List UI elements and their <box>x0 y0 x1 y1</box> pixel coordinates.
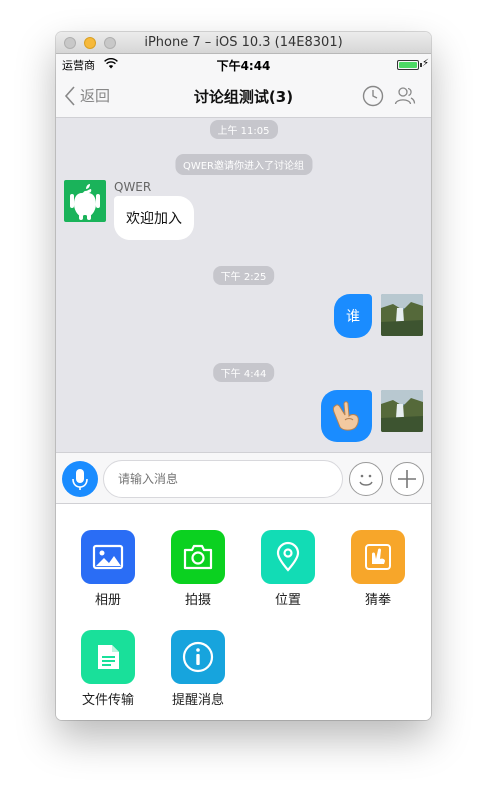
timestamp-label: 上午 11:05 <box>209 120 278 139</box>
window-title: iPhone 7 – iOS 10.3 (14E8301) <box>144 35 343 50</box>
panel-item-label: 拍摄 <box>184 593 211 608</box>
android-apple-avatar-icon <box>64 180 106 222</box>
panel-item-rock-paper-scissors[interactable]: 猜拳 <box>343 530 413 608</box>
photo-album-icon <box>81 530 135 584</box>
my-avatar[interactable] <box>381 294 423 336</box>
simulator-titlebar: iPhone 7 – iOS 10.3 (14E8301) <box>56 32 431 54</box>
camera-icon <box>171 530 225 584</box>
panel-item-camera[interactable]: 拍摄 <box>163 530 233 608</box>
status-time: 下午4:44 <box>216 59 271 73</box>
panel-item-file-transfer[interactable]: 文件传输 <box>73 630 143 708</box>
sender-avatar[interactable] <box>64 180 106 222</box>
group-members-icon[interactable] <box>393 84 417 108</box>
panel-item-album[interactable]: 相册 <box>73 530 143 608</box>
status-bar: 运营商 下午4:44 ⚡ <box>56 54 431 74</box>
microphone-icon <box>72 469 88 490</box>
smiley-icon <box>359 474 373 486</box>
panel-item-label: 文件传输 <box>81 693 134 708</box>
function-panel: 相册 拍摄 位置 猜拳 文件传输 提醒消息 <box>56 504 431 720</box>
location-icon <box>261 530 315 584</box>
message-input[interactable] <box>103 460 343 498</box>
timestamp-label: 下午 2:25 <box>212 266 275 285</box>
panel-item-label: 相册 <box>94 593 121 608</box>
file-transfer-icon <box>81 630 135 684</box>
message-input-bar <box>56 452 431 504</box>
my-avatar[interactable] <box>381 390 423 432</box>
sender-name: QWER <box>114 180 152 194</box>
battery-icon <box>397 60 419 70</box>
incoming-message-bubble[interactable]: 欢迎加入 <box>114 196 194 240</box>
plus-icon <box>398 470 416 488</box>
more-button[interactable] <box>390 462 424 496</box>
panel-item-label: 提醒消息 <box>171 693 224 708</box>
voice-button[interactable] <box>62 461 98 497</box>
charging-icon: ⚡ <box>421 58 429 69</box>
simulator-window: iPhone 7 – iOS 10.3 (14E8301) 运营商 下午4:44… <box>56 32 431 720</box>
landscape-avatar-icon <box>381 294 423 336</box>
panel-item-reminder[interactable]: 提醒消息 <box>163 630 233 708</box>
info-reminder-icon <box>171 630 225 684</box>
landscape-avatar-icon <box>381 390 423 432</box>
panel-item-label: 猜拳 <box>364 593 391 608</box>
panel-item-location[interactable]: 位置 <box>253 530 323 608</box>
outgoing-emoji-bubble[interactable] <box>321 390 372 442</box>
navigation-bar: 返回 讨论组测试(3) <box>56 74 431 118</box>
history-clock-icon[interactable] <box>361 84 385 108</box>
outgoing-message-bubble[interactable]: 谁 <box>334 294 372 338</box>
peace-hand-emoji-icon <box>332 401 359 431</box>
system-message: QWER邀请你进入了讨论组 <box>174 154 313 175</box>
chat-message-list[interactable]: 上午 11:05 QWER邀请你进入了讨论组 QWER 欢迎加入 下午 2:25… <box>56 118 431 452</box>
panel-item-label: 位置 <box>274 593 301 608</box>
rock-paper-scissors-icon <box>351 530 405 584</box>
timestamp-label: 下午 4:44 <box>212 363 275 382</box>
emoji-button[interactable] <box>349 462 383 496</box>
